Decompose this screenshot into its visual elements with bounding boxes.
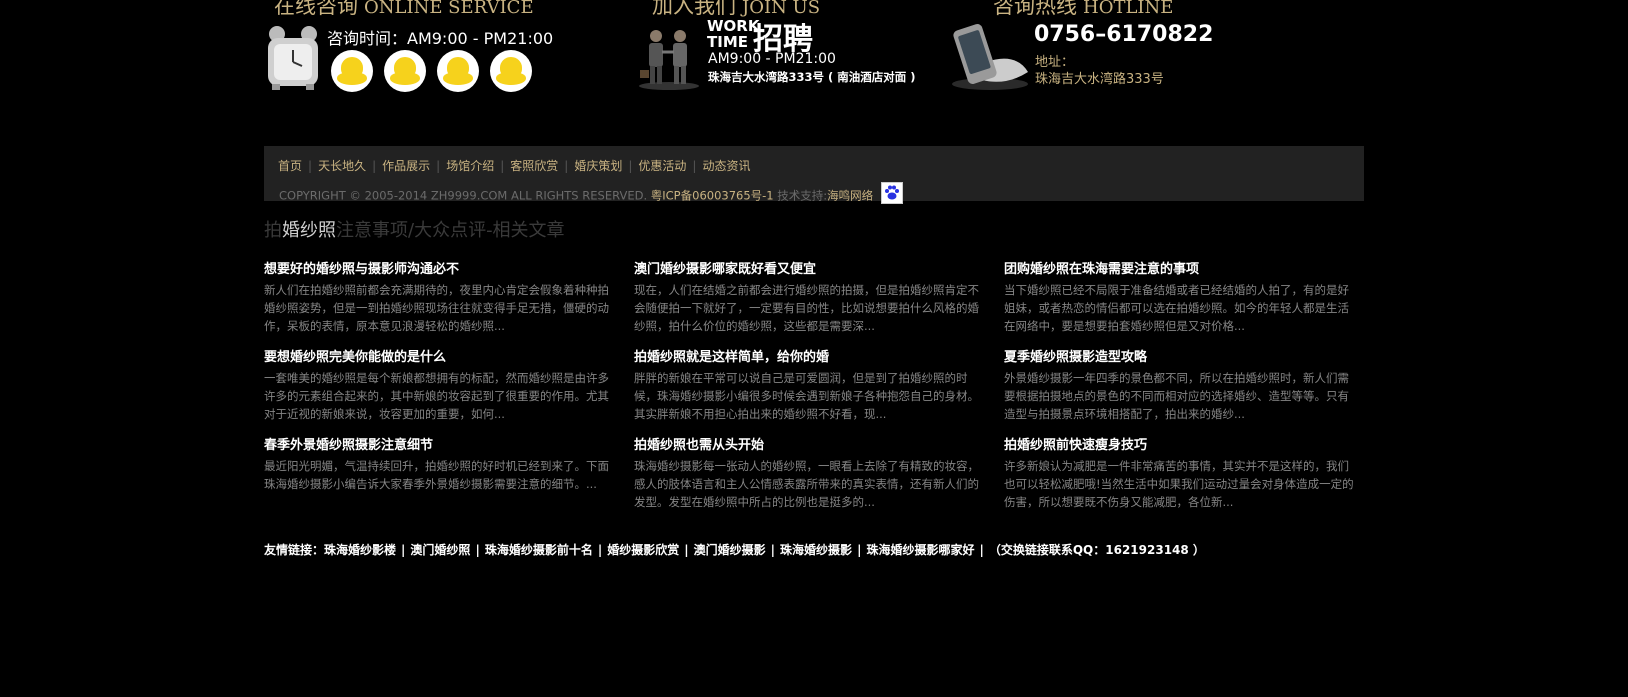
online-title-cn: 在线咨询 bbox=[274, 0, 358, 18]
article-desc: 现在，人们在结婚之前都会进行婚纱照的拍摄，但是拍婚纱照肯定不会随便拍一下就好了，… bbox=[634, 283, 979, 333]
hotline-title-en: HOTLINE bbox=[1083, 0, 1174, 18]
online-hours: 咨询时间：AM9:00 - PM21:00 bbox=[327, 29, 554, 48]
baidu-paw-icon[interactable] bbox=[880, 182, 903, 204]
article-desc: 当下婚纱照已经不局限于准备结婚或者已经结婚的人拍了，有的是好姐妹，或者热恋的情侣… bbox=[1004, 283, 1349, 333]
time-text: TIME bbox=[707, 33, 748, 51]
friend-link[interactable]: 澳门婚纱摄影 bbox=[694, 543, 766, 557]
qq-penguin-icon[interactable] bbox=[384, 50, 426, 92]
hotline-title: 咨询热线 HOTLINE bbox=[993, 0, 1173, 20]
handshake-icon bbox=[636, 26, 702, 94]
work-time-label: WORK TIME bbox=[707, 18, 759, 50]
article-title[interactable]: 团购婚纱照在珠海需要注意的事项 bbox=[1004, 258, 1354, 277]
article-desc: 珠海婚纱摄影每一张动人的婚纱照，一眼看上去除了有精致的妆容，感人的肢体语言和主人… bbox=[634, 459, 979, 509]
article-desc: 胖胖的新娘在平常可以说自己是可爱圆润，但是到了拍婚纱照的时候，珠海婚纱摄影小编很… bbox=[634, 371, 979, 421]
nav-news[interactable]: 动态资讯 bbox=[702, 159, 750, 173]
phone-icon bbox=[946, 22, 1030, 96]
friend-link[interactable]: 珠海婚纱摄影哪家好 bbox=[866, 543, 974, 557]
nav-wedding-planning[interactable]: 婚庆策划 bbox=[574, 159, 622, 173]
friend-link[interactable]: 澳门婚纱照 bbox=[410, 543, 470, 557]
article-desc: 外景婚纱摄影一年四季的景色都不同，所以在拍婚纱照时，新人们需要根据拍摄地点的景色… bbox=[1004, 371, 1349, 421]
friend-links: 友情链接：珠海婚纱影楼 | 澳门婚纱照 | 珠海婚纱摄影前十名 | 婚纱摄影欣赏 | 澳门婚纱摄… bbox=[264, 543, 1205, 557]
article-title[interactable]: 春季外景婚纱照摄影注意细节 bbox=[264, 434, 614, 453]
footer-nav: 首页 | 天长地久 | 作品展示 | 场馆介绍 | 客照欣赏 | 婚庆策划 | 优惠活动 | 动态资讯 bbox=[278, 159, 751, 173]
qq-penguin-icon[interactable] bbox=[331, 50, 373, 92]
qq-penguin-icon[interactable] bbox=[437, 50, 479, 92]
article-title[interactable]: 要想婚纱照完美你能做的是什么 bbox=[264, 346, 614, 365]
friend-link[interactable]: 珠海婚纱影楼 bbox=[324, 543, 396, 557]
nav-home[interactable]: 首页 bbox=[278, 159, 302, 173]
article-desc: 许多新娘认为减肥是一件非常痛苦的事情，其实并不是这样的，我们也可以轻松减肥哦!当… bbox=[1004, 459, 1354, 509]
hotline-address: 珠海吉大水湾路333号 bbox=[1035, 72, 1164, 87]
online-service-title: 在线咨询 ONLINE SERVICE bbox=[274, 0, 534, 20]
article-title[interactable]: 澳门婚纱摄影哪家既好看又便宜 bbox=[634, 258, 984, 277]
articles-section-title: 拍婚纱照注意事项/大众点评-相关文章 bbox=[264, 220, 565, 241]
article-title[interactable]: 拍婚纱照前快速瘦身技巧 bbox=[1004, 434, 1354, 453]
join-title-cn: 加入我们 bbox=[652, 0, 736, 18]
friend-link[interactable]: 婚纱摄影欣赏 bbox=[607, 543, 679, 557]
hotline-title-cn: 咨询热线 bbox=[993, 0, 1077, 18]
article-item: 团购婚纱照在珠海需要注意的事项 当下婚纱照已经不局限于准备结婚或者已经结婚的人拍… bbox=[1004, 258, 1354, 335]
support-link[interactable]: 海鸣网络 bbox=[827, 189, 873, 203]
friend-link[interactable]: 珠海婚纱摄影 bbox=[780, 543, 852, 557]
article-item: 要想婚纱照完美你能做的是什么 一套唯美的婚纱照是每个新娘都想拥有的标配，然而婚纱… bbox=[264, 346, 614, 423]
nav-works[interactable]: 作品展示 bbox=[382, 159, 430, 173]
article-desc: 新人们在拍婚纱照前都会充满期待的，夜里内心肯定会假象着种种拍婚纱照姿势，但是一到… bbox=[264, 283, 609, 333]
nav-forever[interactable]: 天长地久 bbox=[318, 159, 366, 173]
friend-links-label: 友情链接： bbox=[264, 543, 325, 557]
article-item: 春季外景婚纱照摄影注意细节 最近阳光明媚，气温持续回升，拍婚纱照的好时机已经到来… bbox=[264, 434, 614, 511]
qq-penguin-icon[interactable] bbox=[490, 50, 532, 92]
article-desc: 最近阳光明媚，气温持续回升，拍婚纱照的好时机已经到来了。下面珠海婚纱摄影小编告诉… bbox=[264, 459, 609, 491]
article-desc: 一套唯美的婚纱照是每个新娘都想拥有的标配，然而婚纱照是由许多许多的元素组合起来的… bbox=[264, 371, 609, 421]
copyright-text: COPYRIGHT © 2005-2014 ZH9999.COM ALL RIG… bbox=[279, 188, 648, 203]
article-title[interactable]: 拍婚纱照也需从头开始 bbox=[634, 434, 984, 453]
article-item: 拍婚纱照前快速瘦身技巧 许多新娘认为减肥是一件非常痛苦的事情，其实并不是这样的，… bbox=[1004, 434, 1354, 511]
nav-venue[interactable]: 场馆介绍 bbox=[446, 159, 494, 173]
article-item: 拍婚纱照也需从头开始 珠海婚纱摄影每一张动人的婚纱照，一眼看上去除了有精致的妆容… bbox=[634, 434, 984, 511]
friend-link[interactable]: 珠海婚纱摄影前十名 bbox=[485, 543, 593, 557]
alarm-clock-icon bbox=[264, 24, 322, 96]
support-label: 技术支持: bbox=[777, 188, 828, 203]
icp-link[interactable]: 粤ICP备06003765号-1 bbox=[651, 189, 774, 203]
copyright-line: COPYRIGHT © 2005-2014 ZH9999.COM ALL RIG… bbox=[279, 182, 903, 207]
online-title-en: ONLINE SERVICE bbox=[364, 0, 534, 18]
join-hours: AM9:00 - PM21:00 bbox=[708, 51, 836, 67]
article-title[interactable]: 拍婚纱照就是这样简单，给你的婚 bbox=[634, 346, 984, 365]
article-title[interactable]: 夏季婚纱照摄影造型攻略 bbox=[1004, 346, 1354, 365]
nav-client-photos[interactable]: 客照欣赏 bbox=[510, 159, 558, 173]
join-address: 珠海吉大水湾路333号 ( 南油酒店对面 ) bbox=[708, 70, 916, 84]
work-text: WORK bbox=[707, 17, 760, 35]
nav-promotions[interactable]: 优惠活动 bbox=[638, 159, 686, 173]
article-item: 夏季婚纱照摄影造型攻略 外景婚纱摄影一年四季的景色都不同，所以在拍婚纱照时，新人… bbox=[1004, 346, 1354, 423]
hotline-phone: 0756–6170822 bbox=[1034, 22, 1214, 47]
article-title[interactable]: 想要好的婚纱照与摄影师沟通必不 bbox=[264, 258, 614, 277]
article-item: 拍婚纱照就是这样简单，给你的婚 胖胖的新娘在平常可以说自己是可爱圆润，但是到了拍… bbox=[634, 346, 984, 423]
link-exchange-contact: （交换链接联系QQ：1621923148 ） bbox=[988, 543, 1205, 557]
article-item: 澳门婚纱摄影哪家既好看又便宜 现在，人们在结婚之前都会进行婚纱照的拍摄，但是拍婚… bbox=[634, 258, 984, 335]
article-item: 想要好的婚纱照与摄影师沟通必不 新人们在拍婚纱照前都会充满期待的，夜里内心肯定会… bbox=[264, 258, 614, 335]
